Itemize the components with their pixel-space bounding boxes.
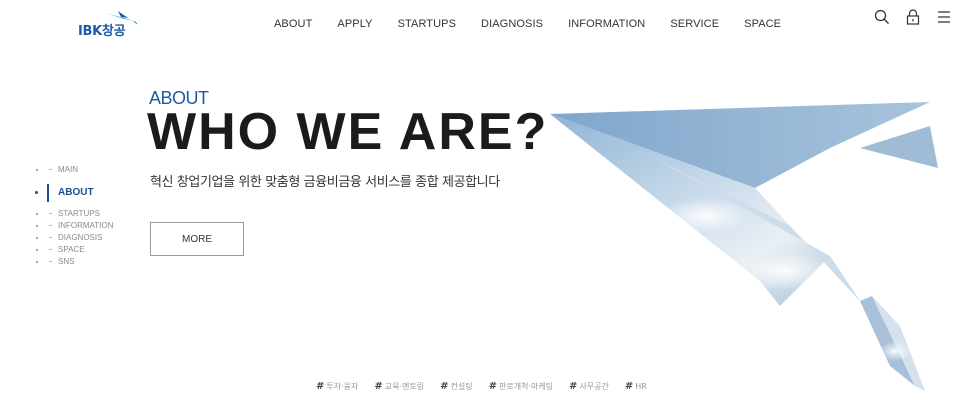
hashtag-hr[interactable]: # HR bbox=[625, 381, 647, 392]
hashtag-investment[interactable]: # 투자·융자 bbox=[316, 381, 358, 392]
hashtag-marketing[interactable]: # 판로개척·마케팅 bbox=[489, 381, 553, 392]
logo-text: IBK창공 bbox=[78, 24, 126, 39]
side-nav: MAIN ABOUT STARTUPS INFORMATION DIAGNOSI… bbox=[47, 164, 147, 268]
hero-description: 혁신 창업기업을 위한 맞춤형 금융비금융 서비스를 종합 제공합니다 bbox=[150, 175, 500, 190]
side-item-startups[interactable]: STARTUPS bbox=[47, 208, 147, 220]
side-item-diagnosis[interactable]: DIAGNOSIS bbox=[47, 232, 147, 244]
hero-title: WHO WE ARE? bbox=[147, 103, 549, 161]
nav-service[interactable]: SERVICE bbox=[670, 18, 719, 30]
nav-diagnosis[interactable]: DIAGNOSIS bbox=[481, 18, 543, 30]
hashtag-mentoring[interactable]: # 교육·멘토링 bbox=[374, 381, 424, 392]
paper-plane-illustration bbox=[550, 102, 938, 391]
side-item-main[interactable]: MAIN bbox=[47, 164, 147, 176]
nav-about[interactable]: ABOUT bbox=[274, 18, 312, 30]
header-utilities bbox=[860, 8, 953, 26]
lock-icon[interactable] bbox=[904, 8, 922, 26]
hashtag-consulting[interactable]: # 컨설팅 bbox=[440, 381, 472, 392]
nav-space[interactable]: SPACE bbox=[744, 18, 781, 30]
nav-information[interactable]: INFORMATION bbox=[568, 18, 645, 30]
search-icon[interactable] bbox=[873, 8, 891, 26]
side-item-information[interactable]: INFORMATION bbox=[47, 220, 147, 232]
menu-icon[interactable] bbox=[935, 8, 953, 26]
hashtag-office-space[interactable]: # 사무공간 bbox=[569, 381, 609, 392]
nav-startups[interactable]: STARTUPS bbox=[398, 18, 456, 30]
brand-logo[interactable]: IBK창공 bbox=[78, 10, 138, 39]
side-item-space[interactable]: SPACE bbox=[47, 244, 147, 256]
more-button[interactable]: MORE bbox=[150, 222, 244, 256]
side-item-about[interactable]: ABOUT bbox=[47, 184, 147, 202]
hashtag-list: # 투자·융자 # 교육·멘토링 # 컨설팅 # 판로개척·마케팅 # 사무공간 # HR bbox=[316, 381, 663, 392]
nav-apply[interactable]: APPLY bbox=[337, 18, 372, 30]
global-nav: ABOUT APPLY STARTUPS DIAGNOSIS INFORMATI… bbox=[274, 18, 806, 30]
side-item-sns[interactable]: SNS bbox=[47, 256, 147, 268]
